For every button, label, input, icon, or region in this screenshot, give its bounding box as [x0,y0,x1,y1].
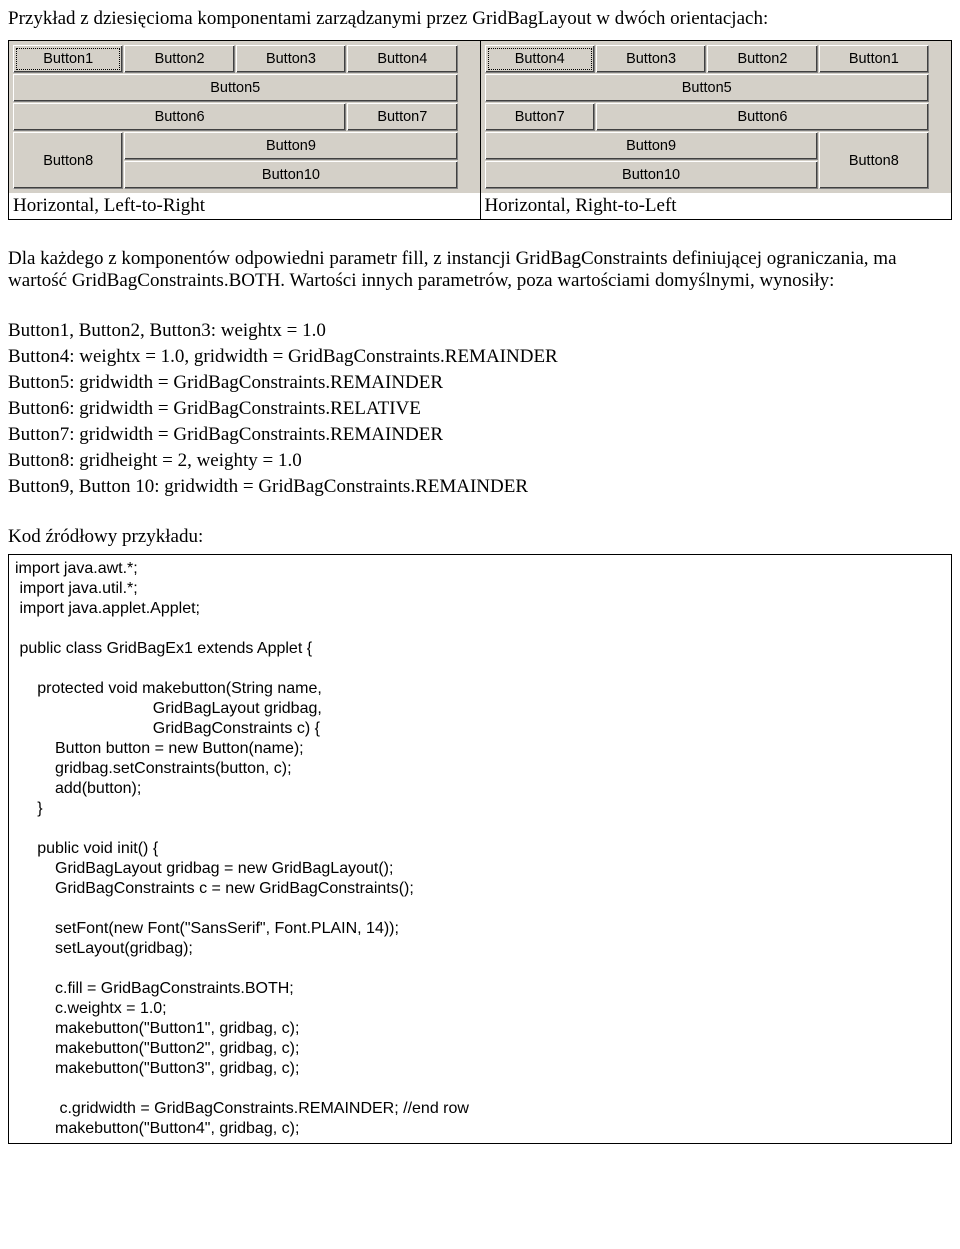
panel-rtl: Button4 Button3 Button2 Button1 Button5 … [481,41,952,193]
button-2[interactable]: Button2 [124,45,234,73]
panel-ltr: Button1 Button2 Button3 Button4 Button5 … [9,41,480,193]
caption-ltr: Horizontal, Left-to-Right [9,193,480,219]
button-10-rtl[interactable]: Button10 [485,161,818,189]
constraint-line-4: Button6: gridwidth = GridBagConstraints.… [8,398,952,420]
button-7[interactable]: Button7 [347,103,457,131]
constraint-line-3: Button5: gridwidth = GridBagConstraints.… [8,372,952,394]
paragraph-constraints-intro: Dla każdego z komponentów odpowiedni par… [8,248,952,292]
button-10[interactable]: Button10 [124,161,457,189]
button-3[interactable]: Button3 [236,45,346,73]
constraint-line-2: Button4: weightx = 1.0, gridwidth = Grid… [8,346,952,368]
button-1-rtl[interactable]: Button1 [819,45,929,73]
button-2-rtl[interactable]: Button2 [707,45,817,73]
button-8-rtl[interactable]: Button8 [819,132,929,189]
button-3-rtl[interactable]: Button3 [596,45,706,73]
button-7-rtl[interactable]: Button7 [485,103,595,131]
paragraph-source-label: Kod źródłowy przykładu: [8,526,952,548]
button-5-rtl[interactable]: Button5 [485,74,930,102]
code-listing: import java.awt.*; import java.util.*; i… [8,554,952,1144]
examples-table: Button1 Button2 Button3 Button4 Button5 … [8,40,952,220]
button-1[interactable]: Button1 [13,45,123,73]
button-9-rtl[interactable]: Button9 [485,132,818,160]
constraint-line-5: Button7: gridwidth = GridBagConstraints.… [8,424,952,446]
constraint-line-6: Button8: gridheight = 2, weighty = 1.0 [8,450,952,472]
constraint-line-1: Button1, Button2, Button3: weightx = 1.0 [8,320,952,342]
button-4-rtl[interactable]: Button4 [485,45,595,73]
button-9[interactable]: Button9 [124,132,457,160]
constraint-line-7: Button9, Button 10: gridwidth = GridBagC… [8,476,952,498]
intro-text: Przykład z dziesięcioma komponentami zar… [8,8,952,30]
button-4[interactable]: Button4 [347,45,457,73]
button-6[interactable]: Button6 [13,103,346,131]
button-6-rtl[interactable]: Button6 [596,103,929,131]
button-5[interactable]: Button5 [13,74,458,102]
button-8[interactable]: Button8 [13,132,123,189]
caption-rtl: Horizontal, Right-to-Left [481,193,952,219]
